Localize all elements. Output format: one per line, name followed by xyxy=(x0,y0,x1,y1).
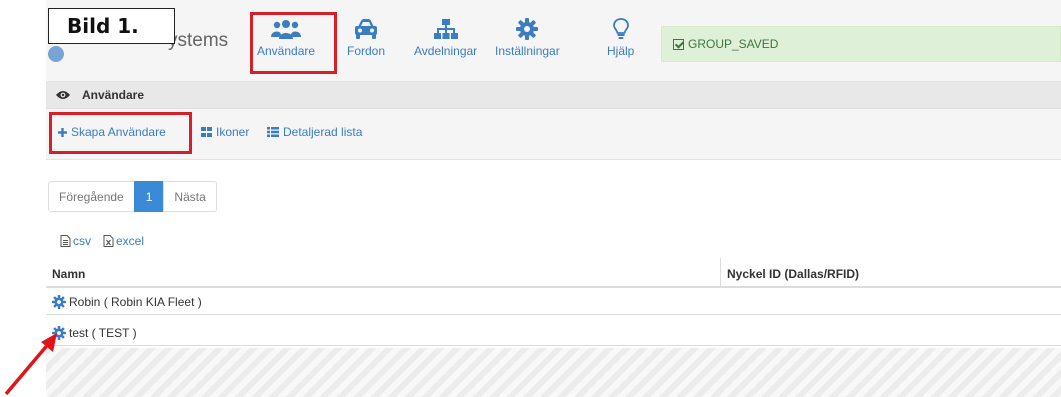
lightbulb-icon xyxy=(612,18,629,39)
gear-icon xyxy=(516,18,539,40)
success-alert: GROUP_SAVED xyxy=(661,26,1061,62)
pagination-page-1[interactable]: 1 xyxy=(133,181,165,212)
pagination-next[interactable]: Nästa xyxy=(163,181,217,212)
th-large-icon xyxy=(201,127,212,137)
row-name: test ( TEST ) xyxy=(69,326,137,340)
pagination-prev[interactable]: Föregående xyxy=(48,181,135,212)
export-csv-label: csv xyxy=(73,234,91,248)
row-settings-gear-icon[interactable] xyxy=(52,295,66,309)
file-excel-icon xyxy=(103,235,114,247)
column-header-name[interactable]: Namn xyxy=(52,267,85,281)
export-excel-link[interactable]: excel xyxy=(103,234,144,248)
brand-logo-text: ystems xyxy=(168,30,229,51)
nav-item-fordon[interactable]: Fordon xyxy=(347,18,385,68)
export-excel-label: excel xyxy=(116,234,145,248)
annotation-arrow-icon xyxy=(4,333,57,396)
pagination: Föregående 1 Nästa xyxy=(48,181,217,212)
column-header-key-id[interactable]: Nyckel ID (Dallas/RFID) xyxy=(720,258,859,288)
eye-icon[interactable] xyxy=(56,90,70,100)
icons-view-button[interactable]: Ikoner xyxy=(201,125,249,139)
sitemap-icon xyxy=(433,19,458,39)
nav-item-label: Hjälp xyxy=(607,44,635,58)
detail-list-button[interactable]: Detaljerad lista xyxy=(267,125,362,139)
table-header: Namn Nyckel ID (Dallas/RFID) xyxy=(46,258,1061,288)
car-icon xyxy=(355,19,378,39)
panel-header: Användare xyxy=(46,82,1061,109)
highlight-frame-create xyxy=(49,112,192,154)
logo-mark xyxy=(48,46,64,62)
toolbar xyxy=(46,109,1061,160)
file-text-icon xyxy=(60,235,71,247)
nav-item-label: Avdelningar xyxy=(414,44,478,58)
nav-item-label: Fordon xyxy=(347,44,386,58)
alert-text: GROUP_SAVED xyxy=(688,37,779,51)
nav-item-label: Inställningar xyxy=(495,44,560,58)
nav-item-installningar[interactable]: Inställningar xyxy=(495,18,560,68)
th-list-icon xyxy=(267,127,279,137)
row-name: Robin ( Robin KIA Fleet ) xyxy=(69,295,202,309)
nav-item-avdelningar[interactable]: Avdelningar xyxy=(414,18,477,68)
detail-list-label: Detaljerad lista xyxy=(283,125,363,139)
icons-view-label: Ikoner xyxy=(216,125,250,139)
export-csv-link[interactable]: csv xyxy=(60,234,91,248)
highlight-frame-nav xyxy=(250,12,337,74)
figure-label: Bild 1. xyxy=(48,8,175,44)
nav-item-hjalp[interactable]: Hjälp xyxy=(607,18,634,68)
export-links: csv excel xyxy=(60,234,144,248)
table-row: test ( TEST ) xyxy=(46,321,1061,346)
table-row: Robin ( Robin KIA Fleet ) xyxy=(46,290,1061,315)
check-square-icon xyxy=(673,38,684,50)
panel-title: Användare xyxy=(82,88,145,102)
